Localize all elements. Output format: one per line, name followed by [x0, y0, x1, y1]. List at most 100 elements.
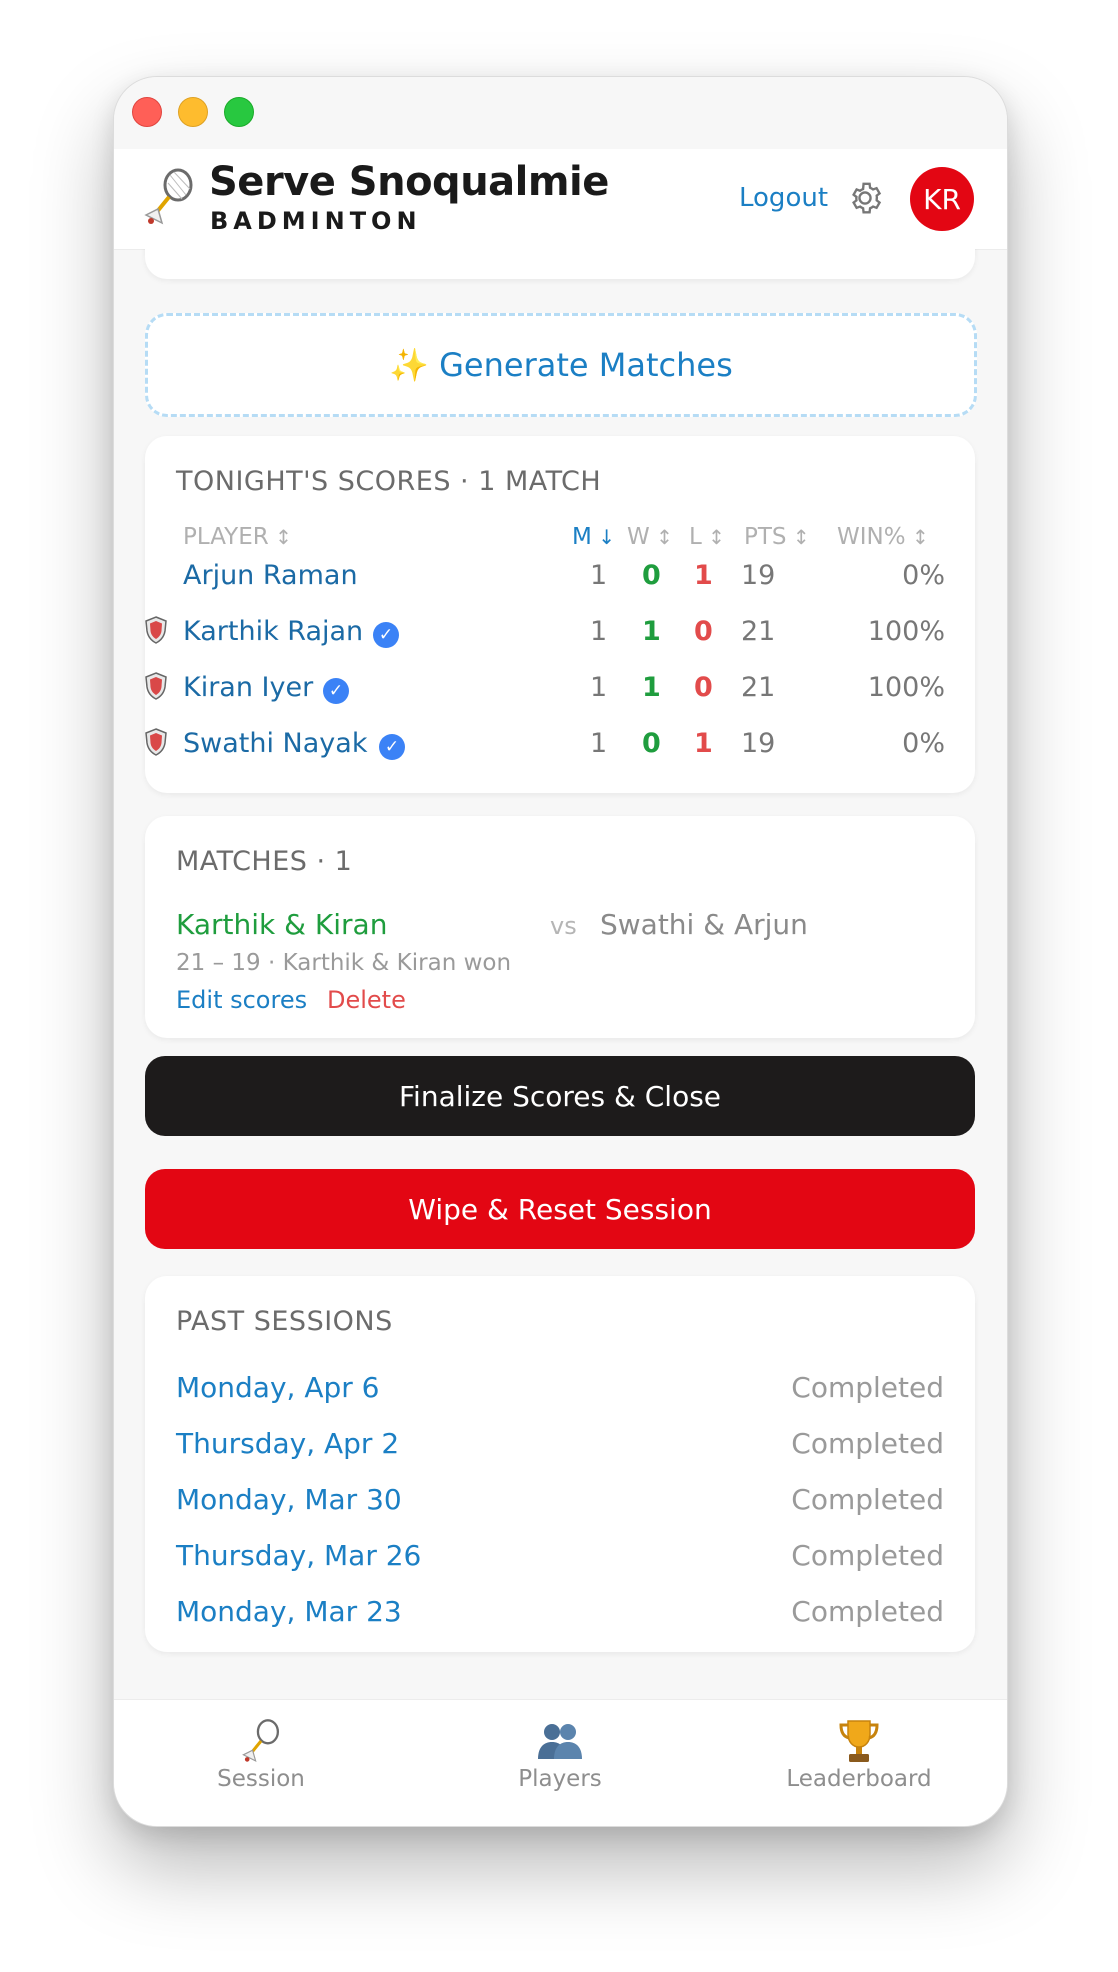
sort-icon: ↕ [905, 525, 929, 549]
session-date-link[interactable]: Monday, Mar 23 [176, 1595, 402, 1628]
bottom-tab-bar: Session Players Leaderboard [114, 1699, 1007, 1826]
col-m[interactable]: M ↓ [572, 524, 615, 550]
wins-cell: 1 [642, 672, 661, 703]
brand-title: Serve Snoqualmie [209, 159, 609, 205]
shield-icon [145, 672, 167, 700]
vs-label: vs [550, 912, 577, 940]
matches-cell: 1 [590, 560, 608, 591]
verified-check-icon: ✓ [323, 678, 349, 704]
tab-leaderboard[interactable]: Leaderboard [759, 1718, 959, 1792]
sort-icon: ↕ [786, 525, 810, 549]
points-cell: 19 [741, 728, 776, 759]
list-item: Monday, Apr 6 Completed [145, 1371, 975, 1421]
verified-check-icon: ✓ [379, 734, 405, 760]
points-cell: 21 [741, 616, 776, 647]
wins-cell: 0 [642, 728, 661, 759]
verified-check-icon: ✓ [373, 622, 399, 648]
app-window: Serve Snoqualmie BADMINTON Logout KR ✨ G… [113, 76, 1008, 1827]
win-pct-cell: 100% [867, 672, 945, 703]
losses-cell: 1 [694, 560, 713, 591]
session-date-link[interactable]: Thursday, Mar 26 [176, 1539, 421, 1572]
wins-cell: 1 [642, 616, 661, 647]
session-status: Completed [791, 1427, 944, 1460]
match-score-detail: 21 – 19 · Karthik & Kiran won [176, 950, 512, 976]
tab-label: Session [217, 1766, 305, 1792]
list-item: Thursday, Apr 2 Completed [145, 1427, 975, 1477]
list-item: Monday, Mar 30 Completed [145, 1483, 975, 1533]
tab-session[interactable]: Session [161, 1718, 361, 1792]
app-header: Serve Snoqualmie BADMINTON Logout KR [114, 149, 1007, 250]
session-status: Completed [791, 1483, 944, 1516]
sparkles-icon: ✨ [389, 346, 430, 384]
tab-label: Leaderboard [786, 1766, 932, 1792]
maximize-window-button[interactable] [224, 97, 254, 127]
matches-cell: 1 [590, 616, 608, 647]
points-cell: 21 [741, 672, 776, 703]
wipe-reset-button[interactable]: Wipe & Reset Session [145, 1169, 975, 1249]
window-titlebar [114, 77, 1007, 149]
wins-cell: 0 [642, 560, 661, 591]
minimize-window-button[interactable] [178, 97, 208, 127]
finalize-scores-button[interactable]: Finalize Scores & Close [145, 1056, 975, 1136]
table-row: Arjun Raman 1 0 1 19 0% [145, 560, 975, 608]
tab-players[interactable]: Players [460, 1718, 660, 1792]
user-avatar[interactable]: KR [910, 167, 974, 231]
win-pct-cell: 0% [902, 728, 945, 759]
win-pct-cell: 100% [867, 616, 945, 647]
gear-icon[interactable] [846, 179, 884, 217]
logout-link[interactable]: Logout [739, 183, 828, 213]
win-pct-cell: 0% [902, 560, 945, 591]
matches-card: MATCHES · 1 Karthik & Kiran vs Swathi & … [145, 816, 975, 1038]
list-item: Thursday, Mar 26 Completed [145, 1539, 975, 1589]
table-row: Karthik Rajan ✓ 1 1 0 21 100% [145, 616, 975, 664]
previous-card [145, 249, 975, 279]
tab-label: Players [518, 1766, 602, 1792]
col-winpct[interactable]: WIN% ↕ [837, 524, 929, 550]
sort-desc-icon: ↓ [591, 525, 615, 549]
shield-icon [145, 728, 167, 756]
scores-title: TONIGHT'S SCORES · 1 MATCH [176, 466, 602, 497]
matches-title: MATCHES · 1 [176, 846, 353, 877]
session-date-link[interactable]: Monday, Apr 6 [176, 1371, 380, 1404]
points-cell: 19 [741, 560, 776, 591]
player-name-link[interactable]: Swathi Nayak [183, 728, 367, 759]
session-status: Completed [791, 1595, 944, 1628]
badminton-logo-icon [144, 168, 193, 225]
close-window-button[interactable] [132, 97, 162, 127]
badminton-icon [161, 1718, 361, 1764]
table-row: Kiran Iyer ✓ 1 1 0 21 100% [145, 672, 975, 720]
player-name-link[interactable]: Kiran Iyer [183, 672, 313, 703]
edit-scores-link[interactable]: Edit scores [176, 986, 307, 1014]
losses-cell: 0 [694, 672, 713, 703]
tonights-scores-card: TONIGHT'S SCORES · 1 MATCH PLAYER ↕ M ↓ … [145, 436, 975, 793]
col-l[interactable]: L ↕ [689, 524, 725, 550]
trophy-icon [759, 1718, 959, 1764]
losing-team: Swathi & Arjun [600, 908, 808, 941]
col-pts[interactable]: PTS ↕ [744, 524, 810, 550]
losses-cell: 1 [694, 728, 713, 759]
session-status: Completed [791, 1371, 944, 1404]
main-content: ✨ Generate Matches TONIGHT'S SCORES · 1 … [114, 249, 1007, 1699]
session-date-link[interactable]: Monday, Mar 30 [176, 1483, 402, 1516]
sort-icon: ↕ [268, 525, 292, 549]
player-name-link[interactable]: Karthik Rajan [183, 616, 363, 647]
players-icon [460, 1718, 660, 1764]
col-w[interactable]: W ↕ [627, 524, 673, 550]
matches-cell: 1 [590, 672, 608, 703]
delete-match-link[interactable]: Delete [327, 986, 406, 1014]
matches-cell: 1 [590, 728, 608, 759]
session-date-link[interactable]: Thursday, Apr 2 [176, 1427, 399, 1460]
generate-matches-button[interactable]: ✨ Generate Matches [145, 313, 977, 417]
losses-cell: 0 [694, 616, 713, 647]
col-player[interactable]: PLAYER ↕ [183, 524, 292, 550]
list-item: Monday, Mar 23 Completed [145, 1595, 975, 1645]
table-row: Swathi Nayak ✓ 1 0 1 19 0% [145, 728, 975, 776]
sort-icon: ↕ [649, 525, 673, 549]
generate-matches-label: Generate Matches [439, 346, 733, 384]
brand-subtitle: BADMINTON [210, 207, 422, 235]
session-status: Completed [791, 1539, 944, 1572]
past-sessions-title: PAST SESSIONS [176, 1306, 393, 1337]
shield-icon [145, 616, 167, 644]
player-name-link[interactable]: Arjun Raman [183, 560, 358, 591]
winning-team: Karthik & Kiran [176, 908, 388, 941]
